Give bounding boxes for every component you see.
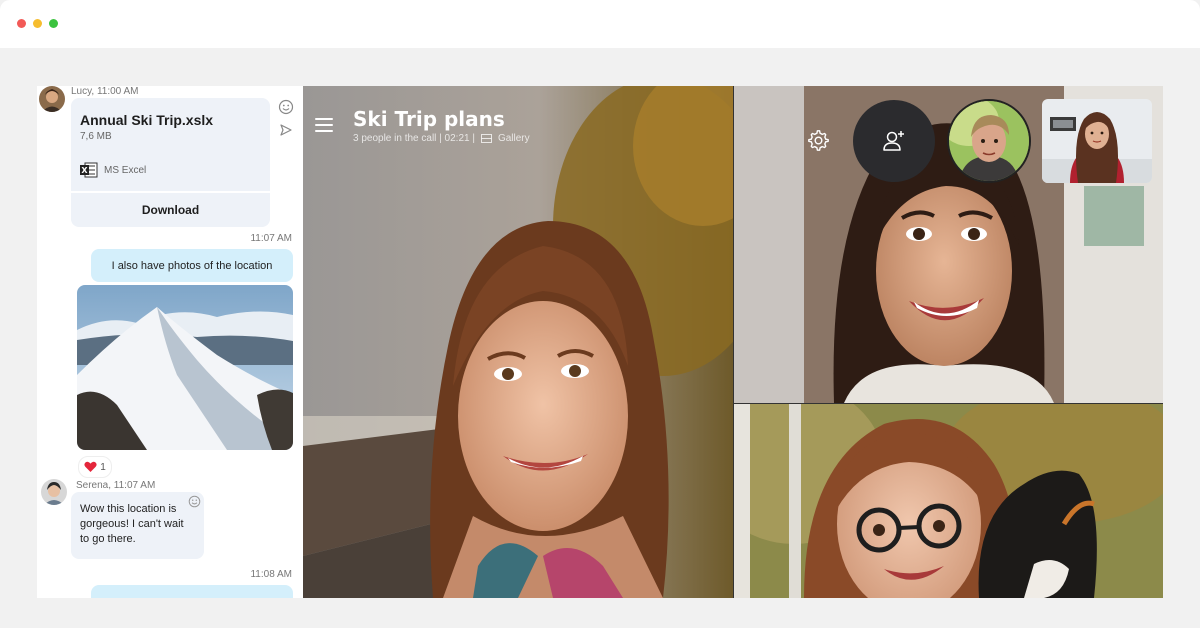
close-window-button[interactable] <box>17 19 26 28</box>
emoji-icon[interactable] <box>278 99 294 115</box>
emoji-icon[interactable] <box>188 495 201 508</box>
app-window: Lucy, 11:00 AM Annual Ski Trip.xslx 7,6 … <box>0 0 1200 628</box>
download-button[interactable]: Download <box>71 193 270 227</box>
gallery-view-label[interactable]: Gallery <box>498 133 530 144</box>
file-size: 7,6 MB <box>80 131 112 142</box>
outgoing-message[interactable] <box>91 585 293 598</box>
svg-text:X: X <box>81 166 88 175</box>
title-bar <box>0 0 1200 48</box>
call-participants-duration: 3 people in the call | 02:21 | <box>353 132 475 144</box>
message-timestamp: 11:07 AM <box>250 233 292 244</box>
avatar-lucy[interactable] <box>39 86 65 112</box>
excel-icon: X <box>80 162 98 178</box>
gallery-icon[interactable] <box>480 133 492 143</box>
minimize-window-button[interactable] <box>33 19 42 28</box>
avatar-serena[interactable] <box>41 479 67 505</box>
shared-photo-mountain[interactable] <box>77 285 293 450</box>
add-person-icon <box>883 131 904 151</box>
video-tile-main[interactable] <box>303 86 733 598</box>
maximize-window-button[interactable] <box>49 19 58 28</box>
call-title: Ski Trip plans <box>353 107 505 131</box>
heart-icon <box>84 461 97 472</box>
add-participant-button[interactable] <box>853 100 935 182</box>
sender-meta: Serena, 11:07 AM <box>76 480 156 491</box>
incoming-message[interactable]: Wow this location is gorgeous! I can't w… <box>71 492 204 559</box>
chat-panel: Lucy, 11:00 AM Annual Ski Trip.xslx 7,6 … <box>37 86 303 598</box>
self-view-video[interactable] <box>1042 99 1152 183</box>
reaction-badge[interactable]: 1 <box>78 456 112 478</box>
file-type-label: MS Excel <box>104 164 147 176</box>
file-attachment-card[interactable]: Annual Ski Trip.xslx 7,6 MB X MS Excel D… <box>71 98 270 227</box>
video-tile-participant-3[interactable] <box>734 404 1163 598</box>
settings-gear-icon[interactable] <box>806 128 830 152</box>
call-subtitle: 3 people in the call | 02:21 | Gallery <box>353 132 530 144</box>
reaction-count: 1 <box>100 461 106 473</box>
forward-icon[interactable] <box>278 122 294 138</box>
participant-avatar-bubble[interactable] <box>947 99 1031 183</box>
file-name: Annual Ski Trip.xslx <box>80 112 214 128</box>
file-type-row: X MS Excel <box>80 162 146 178</box>
message-timestamp: 11:08 AM <box>250 569 292 580</box>
menu-icon[interactable] <box>315 118 333 134</box>
sender-meta: Lucy, 11:00 AM <box>71 86 139 97</box>
call-view: Ski Trip plans 3 people in the call | 02… <box>303 86 1163 598</box>
outgoing-message[interactable]: I also have photos of the location <box>91 249 293 282</box>
